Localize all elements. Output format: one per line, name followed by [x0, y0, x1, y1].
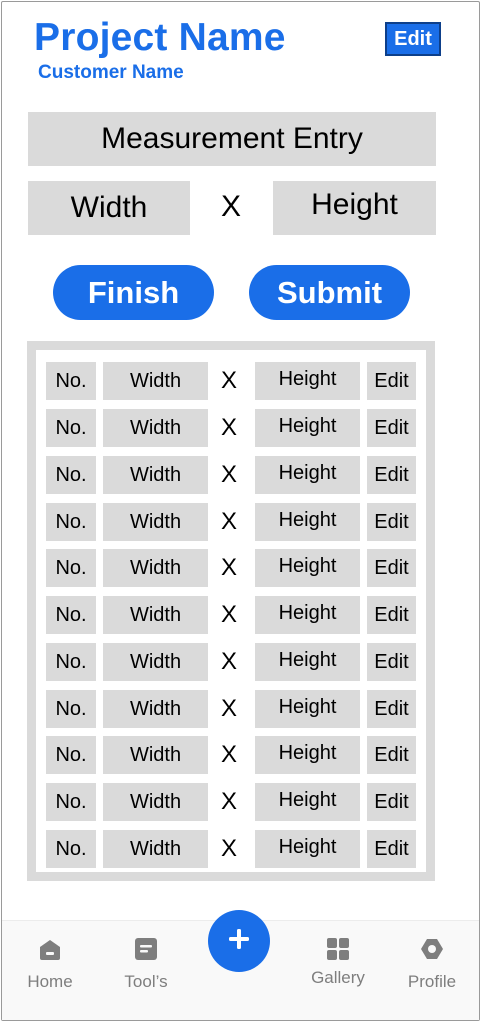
row-height: Height [255, 362, 360, 400]
row-edit-button[interactable]: Edit [367, 643, 416, 681]
row-edit-button[interactable]: Edit [367, 830, 416, 868]
nav-item-profile[interactable]: Profile [392, 921, 472, 1020]
row-number: No. [46, 830, 96, 868]
row-number: No. [46, 503, 96, 541]
row-edit-button[interactable]: Edit [367, 362, 416, 400]
row-width: Width [103, 362, 208, 400]
row-number: No. [46, 643, 96, 681]
row-separator: X [220, 554, 237, 581]
row-width: Width [103, 690, 208, 728]
row-number: No. [46, 690, 96, 728]
row-height: Height [255, 549, 360, 587]
row-number: No. [46, 409, 96, 447]
row-number: No. [46, 549, 96, 587]
row-edit-button[interactable]: Edit [367, 456, 416, 494]
customer-name: Customer Name [38, 62, 184, 83]
row-height: Height [255, 409, 360, 447]
table-row: No. Width X Height Edit [36, 690, 426, 728]
project-name-title: Project Name [34, 16, 286, 59]
plus-icon [226, 926, 252, 957]
table-row: No. Width X Height Edit [36, 736, 426, 774]
row-width: Width [103, 643, 208, 681]
row-width: Width [103, 830, 208, 868]
row-separator: X [220, 741, 237, 768]
nav-label-home: Home [27, 972, 73, 991]
row-edit-button[interactable]: Edit [367, 690, 416, 728]
row-number: No. [46, 783, 96, 821]
nav-label-tools: Tool’s [124, 972, 168, 991]
profile-icon [419, 936, 445, 962]
nav-item-tools[interactable]: Tool’s [106, 921, 186, 1020]
row-edit-button[interactable]: Edit [367, 549, 416, 587]
finish-button[interactable]: Finish [53, 265, 214, 320]
row-separator: X [220, 835, 237, 862]
row-separator: X [220, 648, 237, 675]
add-measurement-button[interactable] [208, 910, 270, 972]
dimension-separator: X [220, 190, 241, 223]
nav-item-gallery[interactable]: Gallery [298, 921, 378, 1020]
row-separator: X [220, 601, 237, 628]
row-width: Width [103, 596, 208, 634]
row-width: Width [103, 783, 208, 821]
measurement-entry-title: Measurement Entry [28, 112, 436, 166]
row-separator: X [220, 414, 237, 441]
row-width: Width [103, 736, 208, 774]
table-row: No. Width X Height Edit [36, 362, 426, 400]
table-row: No. Width X Height Edit [36, 783, 426, 821]
nav-label-profile: Profile [407, 972, 457, 991]
measurement-list-body: No. Width X Height Edit No. Width X Heig… [36, 350, 426, 872]
nav-item-home[interactable]: Home [10, 921, 90, 1020]
row-height: Height [255, 830, 360, 868]
row-separator: X [220, 695, 237, 722]
row-width: Width [103, 456, 208, 494]
table-row: No. Width X Height Edit [36, 830, 426, 868]
row-width: Width [103, 409, 208, 447]
height-input[interactable]: Height [273, 181, 436, 235]
row-separator: X [220, 367, 237, 394]
row-height: Height [255, 503, 360, 541]
table-row: No. Width X Height Edit [36, 409, 426, 447]
row-height: Height [255, 736, 360, 774]
row-edit-button[interactable]: Edit [367, 736, 416, 774]
row-height: Height [255, 783, 360, 821]
table-row: No. Width X Height Edit [36, 596, 426, 634]
table-row: No. Width X Height Edit [36, 549, 426, 587]
submit-button[interactable]: Submit [249, 265, 410, 320]
row-edit-button[interactable]: Edit [367, 596, 416, 634]
row-height: Height [255, 643, 360, 681]
row-number: No. [46, 736, 96, 774]
row-height: Height [255, 690, 360, 728]
row-height: Height [255, 456, 360, 494]
row-separator: X [220, 461, 237, 488]
row-edit-button[interactable]: Edit [367, 783, 416, 821]
nav-label-gallery: Gallery [311, 968, 365, 987]
table-row: No. Width X Height Edit [36, 456, 426, 494]
home-icon [37, 936, 63, 962]
row-number: No. [46, 456, 96, 494]
row-number: No. [46, 596, 96, 634]
row-height: Height [255, 596, 360, 634]
row-edit-button[interactable]: Edit [367, 503, 416, 541]
table-row: No. Width X Height Edit [36, 503, 426, 541]
edit-project-button[interactable]: Edit [385, 22, 441, 56]
table-row: No. Width X Height Edit [36, 643, 426, 681]
row-edit-button[interactable]: Edit [367, 409, 416, 447]
row-separator: X [220, 508, 237, 535]
row-separator: X [220, 788, 237, 815]
measurement-list: No. Width X Height Edit No. Width X Heig… [27, 341, 435, 881]
gallery-icon [325, 936, 351, 962]
width-input[interactable]: Width [28, 181, 190, 235]
row-number: No. [46, 362, 96, 400]
tools-icon [133, 936, 159, 962]
row-width: Width [103, 549, 208, 587]
row-width: Width [103, 503, 208, 541]
